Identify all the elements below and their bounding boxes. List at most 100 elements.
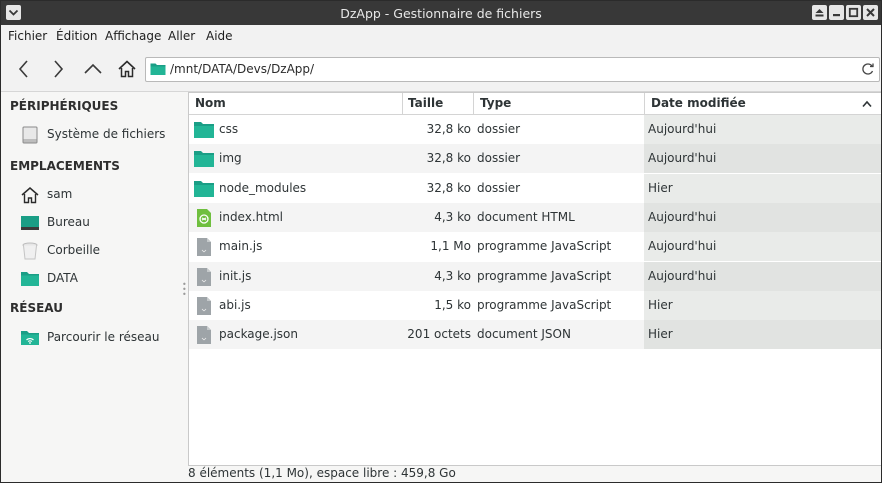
arrow-right-icon [54, 60, 64, 78]
address-bar[interactable]: /mnt/DATA/Devs/DzApp/ [145, 57, 880, 82]
column-name[interactable]: Nom [195, 96, 226, 110]
minimize-button[interactable] [829, 5, 844, 20]
sort-ascending-icon[interactable] [861, 98, 873, 110]
menu-fichier[interactable]: Fichier [8, 29, 47, 43]
file-row[interactable]: img 32,8 ko dossier Aujourd'hui [189, 144, 881, 174]
sidebar-item-bureau[interactable]: Bureau [1, 211, 181, 235]
column-date[interactable]: Date modifiée [651, 96, 746, 110]
arrow-left-icon [18, 60, 28, 78]
file-name: init.js [219, 268, 252, 283]
date-column-highlight [644, 320, 881, 350]
status-text: 8 éléments (1,1 Mo), espace libre : 459,… [188, 466, 456, 480]
file-name: css [219, 122, 239, 136]
eject-icon [815, 9, 824, 17]
js-file-icon [197, 267, 211, 286]
file-type: document HTML [477, 209, 575, 224]
sidebar-item-network[interactable]: Parcourir le réseau [1, 326, 181, 350]
file-row[interactable]: index.html 4,3 ko document HTML Aujourd'hui [189, 202, 881, 232]
file-size: 1,5 ko [434, 297, 471, 312]
home-icon [21, 187, 39, 204]
file-date: Hier [648, 297, 673, 312]
reload-icon[interactable] [861, 62, 875, 76]
home-icon [118, 60, 136, 78]
sidebar-heading-devices: PÉRIPHÉRIQUES [10, 99, 119, 113]
json-file-icon [197, 326, 211, 345]
column-size[interactable]: Taille [408, 96, 443, 110]
sidebar-item-label: Parcourir le réseau [47, 330, 160, 344]
file-type: dossier [477, 180, 521, 195]
js-file-icon [197, 238, 211, 257]
pane-splitter[interactable]: • • • [182, 281, 187, 299]
file-row[interactable]: abi.js 1,5 ko programme JavaScript Hier [189, 290, 881, 320]
date-column-highlight [644, 173, 881, 203]
sidebar-item-label: sam [47, 187, 73, 201]
desktop-icon [21, 216, 39, 230]
window-title: DzApp - Gestionnaire de fichiers [340, 6, 542, 21]
menu-edition[interactable]: Édition [56, 29, 98, 43]
file-manager-window: DzApp - Gestionnaire de fichiers Fichier… [0, 0, 882, 483]
title-bar[interactable]: DzApp - Gestionnaire de fichiers [1, 1, 881, 25]
sidebar-item-label: DATA [47, 271, 78, 285]
file-name: main.js [219, 239, 263, 254]
file-name: img [219, 151, 242, 166]
menu-affichage[interactable]: Affichage [105, 29, 161, 43]
folder-icon [150, 63, 166, 75]
sidebar-item-sam[interactable]: sam [1, 183, 181, 207]
file-type: programme JavaScript [477, 239, 612, 254]
file-name: index.html [219, 209, 283, 224]
file-size: 1,1 Mo [430, 239, 471, 254]
sidebar-item-label: Système de fichiers [47, 127, 166, 141]
forward-button[interactable] [47, 58, 69, 80]
folder-icon [194, 151, 214, 168]
menu-bar: Fichier Édition Affichage Aller Aide [1, 25, 881, 47]
file-date: Hier [648, 180, 673, 195]
close-button[interactable] [863, 5, 878, 20]
file-size: 4,3 ko [434, 209, 471, 224]
drive-icon [22, 126, 38, 144]
file-date: Aujourd'hui [648, 268, 717, 283]
trash-icon [22, 242, 38, 260]
column-type[interactable]: Type [480, 96, 511, 110]
back-button[interactable] [13, 58, 35, 80]
file-type: document JSON [477, 327, 571, 342]
menu-aller[interactable]: Aller [168, 29, 195, 43]
file-date: Aujourd'hui [648, 151, 717, 166]
column-divider[interactable] [473, 93, 474, 114]
file-row[interactable]: css 32,8 ko dossier Aujourd'hui [189, 115, 881, 144]
maximize-button[interactable] [846, 5, 861, 20]
sidebar-heading-places: EMPLACEMENTS [10, 159, 120, 173]
column-header: Nom Taille Type Date modifiée [189, 93, 881, 115]
column-divider[interactable] [644, 93, 645, 114]
file-size: 32,8 ko [426, 180, 471, 195]
column-divider[interactable] [402, 93, 403, 114]
file-date: Aujourd'hui [648, 239, 717, 254]
file-row[interactable]: package.json 201 octets document JSON Hier [189, 320, 881, 350]
file-row[interactable]: main.js 1,1 Mo programme JavaScript Aujourd… [189, 232, 881, 262]
file-name: abi.js [219, 297, 251, 312]
toolbar: /mnt/DATA/Devs/DzApp/ [1, 47, 881, 92]
file-size: 32,8 ko [426, 122, 471, 136]
close-icon [866, 8, 875, 17]
file-type: programme JavaScript [477, 297, 612, 312]
maximize-icon [848, 7, 859, 18]
folder-icon [194, 122, 214, 138]
file-row[interactable]: init.js 4,3 ko programme JavaScript Aujourd… [189, 261, 881, 291]
folder-icon [21, 272, 39, 286]
sidebar-item-corbeille[interactable]: Corbeille [1, 239, 181, 263]
address-path: /mnt/DATA/Devs/DzApp/ [170, 62, 315, 76]
file-row[interactable]: node_modules 32,8 ko dossier Hier [189, 173, 881, 203]
home-button[interactable] [116, 58, 138, 80]
up-button[interactable] [82, 58, 104, 80]
sidebar-item-filesystem[interactable]: Système de fichiers [1, 123, 181, 147]
minimize-icon [833, 14, 840, 17]
file-type: dossier [477, 151, 521, 166]
sidebar-item-label: Bureau [47, 215, 90, 229]
shade-button[interactable] [812, 5, 827, 20]
file-name: package.json [219, 327, 299, 342]
folder-icon [194, 180, 214, 197]
menu-aide[interactable]: Aide [206, 29, 233, 43]
status-bar: 8 éléments (1,1 Mo), espace libre : 459,… [188, 464, 881, 482]
file-size: 4,3 ko [434, 268, 471, 283]
sidebar-item-data[interactable]: DATA [1, 267, 181, 291]
file-type: dossier [477, 122, 521, 136]
